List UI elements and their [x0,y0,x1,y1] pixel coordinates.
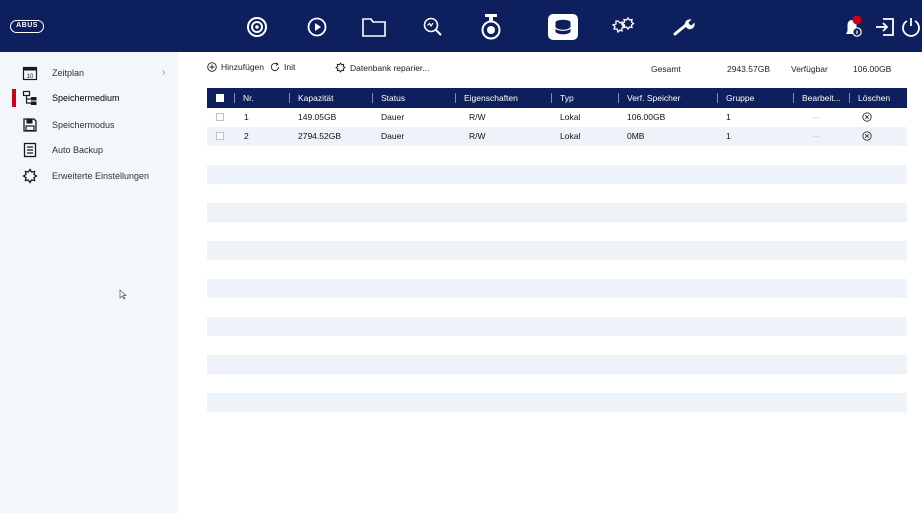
smart-search-icon[interactable] [416,11,450,43]
add-button-label: Hinzufügen [221,62,265,72]
column-header-status[interactable]: Status [372,88,455,108]
cell-status: Dauer [381,112,405,122]
camera-icon[interactable] [474,11,508,43]
gear-icon [22,168,38,184]
empty-row [207,165,907,184]
column-header-type[interactable]: Typ [551,88,618,108]
available-label: Verfügbar [791,64,828,74]
sidebar-item-zeitplan[interactable]: 10 Zeitplan › [0,62,178,84]
sidebar: 10 Zeitplan › Speichermedium Speichermod… [0,52,178,513]
column-header-delete[interactable]: Löschen [849,88,907,108]
sidebar-item-label: Auto Backup [52,145,104,155]
cell-group: 1 [726,112,731,122]
init-button-label: Init [284,62,296,72]
cell-free-space: 0MB [627,131,645,141]
cell-capacity: 2794.52GB [298,131,342,141]
total-label: Gesamt [651,64,681,74]
table-body: 1 149.05GB Dauer R/W Lokal 106.00GB — 1 … [207,108,907,412]
hdd-tree-icon [22,90,38,106]
empty-row [207,393,907,412]
top-navigation-bar: ABUS [0,0,922,52]
empty-row [207,336,907,355]
cell-nr: 1 [244,112,249,122]
column-header-group[interactable]: Gruppe [717,88,793,108]
backup-document-icon [22,142,38,158]
cell-properties: R/W [469,131,486,141]
row-checkbox[interactable] [216,132,224,140]
sidebar-item-label: Speichermodus [52,120,115,130]
empty-row [207,298,907,317]
init-button[interactable]: Init [270,62,295,72]
edit-disabled-icon: — [812,131,821,141]
cell-type: Lokal [560,112,581,122]
table-row[interactable]: 2 2794.52GB Dauer R/W Lokal 0MB 1 — [207,127,907,146]
sidebar-item-speichermedium[interactable]: Speichermedium [0,87,178,109]
logout-icon[interactable] [868,11,902,43]
playback-icon[interactable] [300,11,334,43]
cell-nr: 2 [244,131,249,141]
delete-icon[interactable] [862,131,872,141]
maintenance-icon[interactable] [668,11,702,43]
column-header-edit[interactable]: Bearbeit... [793,88,849,108]
calendar-icon: 10 [22,65,38,81]
sidebar-item-speichermodus[interactable]: Speichermodus [0,114,178,136]
cell-status: Dauer [381,131,405,141]
svg-text:10: 10 [27,74,34,80]
column-header-free-space[interactable]: Verf. Speicher [618,88,717,108]
sidebar-item-label: Speichermedium [52,93,120,103]
refresh-icon [270,62,279,72]
gear-icon [335,62,346,73]
cell-group: 1 [726,131,731,141]
alarm-icon[interactable] [836,11,870,43]
file-management-icon[interactable] [357,11,391,43]
empty-row [207,260,907,279]
row-checkbox[interactable] [216,113,224,121]
live-view-icon[interactable] [240,11,274,43]
edit-disabled-icon: — [812,112,821,122]
storage-toolbar: Hinzufügen Init Datenbank reparier... Ge… [178,52,922,84]
available-value: 106.00GB [853,64,892,74]
empty-row [207,241,907,260]
table-row[interactable]: 1 149.05GB Dauer R/W Lokal 106.00GB — 1 [207,108,907,127]
empty-row [207,317,907,336]
sidebar-item-auto-backup[interactable]: Auto Backup [0,139,178,161]
select-all-checkbox[interactable] [216,94,224,102]
empty-row [207,374,907,393]
floppy-disk-icon [22,117,38,133]
add-circle-icon [207,62,217,72]
table-header: Nr. Kapazität Status Eigenschaften Typ V… [207,88,907,108]
add-button[interactable]: Hinzufügen [207,62,264,72]
chevron-right-icon: › [162,67,166,78]
sidebar-item-label: Erweiterte Einstellungen [52,171,150,181]
power-icon[interactable] [900,11,922,43]
column-header-capacity[interactable]: Kapazität [289,88,372,108]
mouse-cursor-icon [119,289,127,302]
cell-properties: R/W [469,112,486,122]
sidebar-item-erweiterte-einstellungen[interactable]: Erweiterte Einstellungen [0,165,178,187]
repair-database-label: Datenbank reparier... [350,62,430,73]
system-settings-icon[interactable] [606,11,640,43]
storage-icon[interactable] [546,11,580,43]
empty-row [207,184,907,203]
empty-row [207,279,907,298]
cell-free-space: 106.00GB [627,112,666,122]
active-marker [12,89,16,107]
storage-table: Nr. Kapazität Status Eigenschaften Typ V… [207,88,907,412]
total-value: 2943.57GB [727,64,771,74]
cell-capacity: 149.05GB [298,112,337,122]
column-header-properties[interactable]: Eigenschaften [455,88,551,108]
delete-icon[interactable] [862,112,872,122]
sidebar-item-label: Zeitplan [52,68,85,78]
empty-row [207,355,907,374]
repair-database-button[interactable]: Datenbank reparier... [335,62,429,73]
column-header-nr[interactable]: Nr. [234,88,289,108]
abus-logo: ABUS [10,20,44,33]
empty-row [207,222,907,241]
empty-row [207,146,907,165]
cell-type: Lokal [560,131,581,141]
empty-row [207,203,907,222]
